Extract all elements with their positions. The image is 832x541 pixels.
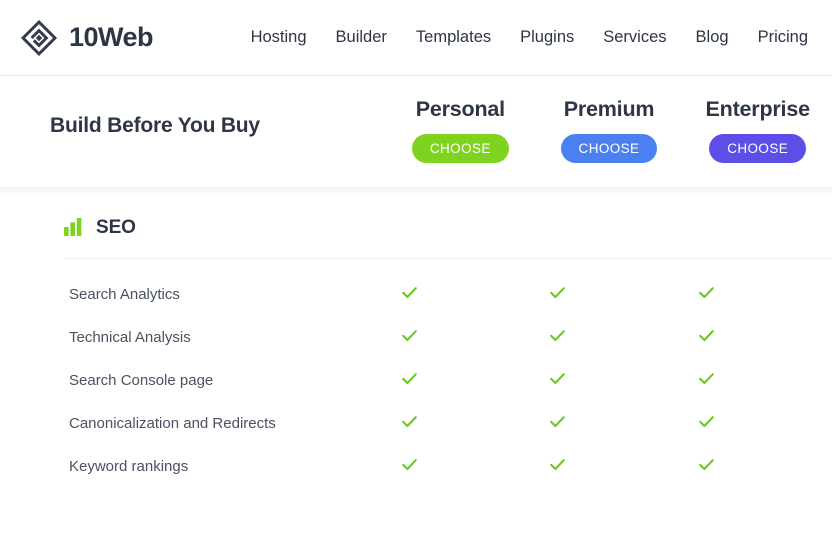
check-icon [401,413,418,430]
plan-column-personal: Personal CHOOSE [386,77,535,187]
feature-cell-premium [549,273,697,316]
table-row: Technical Analysis [64,316,832,359]
nav-item-services: Services [603,28,666,47]
choose-button-premium[interactable]: CHOOSE [560,133,658,163]
nav-link-plugins[interactable]: Plugins [520,28,574,46]
bar-chart-icon [64,218,82,236]
feature-label: Search Console page [69,371,214,389]
feature-cell-personal [401,445,549,488]
nav-links: Hosting Builder Templates Plugins Servic… [251,28,808,47]
check-icon [698,456,715,473]
table-row: Search Console page [64,359,832,402]
check-icon [549,327,566,344]
page-title: Build Before You Buy [50,114,260,137]
check-icon [401,456,418,473]
table-row: Canonicalization and Redirects [64,402,832,445]
check-icon [698,370,715,387]
feature-cell-premium [549,402,697,445]
plan-column-enterprise: Enterprise CHOOSE [683,77,832,187]
plan-name-enterprise: Enterprise [705,97,811,121]
brand-logo-link[interactable]: 10Web [20,19,154,57]
feature-label: Technical Analysis [69,328,191,346]
nav-item-pricing: Pricing [758,28,808,47]
feature-comparison-table: Search Analytics Technical Analysis Sear… [64,259,832,488]
plan-name-personal: Personal [415,97,505,121]
choose-button-enterprise[interactable]: CHOOSE [709,133,807,163]
nav-item-blog: Blog [696,28,729,47]
check-icon [698,413,715,430]
feature-group-seo: SEO Search Analytics Technical Analysis … [50,196,832,488]
feature-cell-personal [401,402,549,445]
check-icon [401,370,418,387]
choose-button-personal[interactable]: CHOOSE [411,133,509,163]
nav-link-pricing[interactable]: Pricing [758,28,808,46]
feature-label: Search Analytics [69,285,180,303]
table-row: Search Analytics [64,273,832,316]
plan-name-premium: Premium [563,97,655,121]
check-icon [549,413,566,430]
nav-item-builder: Builder [336,28,387,47]
nav-item-plugins: Plugins [520,28,574,47]
feature-cell-personal [401,316,549,359]
plan-columns: Personal CHOOSE Premium CHOOSE Enterpris… [386,77,832,187]
feature-cell-enterprise [698,359,832,402]
feature-cell-premium [549,445,697,488]
nav-link-builder[interactable]: Builder [336,28,387,46]
diamond-spiral-logo-icon [20,19,58,56]
plan-comparison-header: Build Before You Buy Personal CHOOSE Pre… [0,77,832,196]
feature-cell-enterprise [698,402,832,445]
feature-table-body: Search Analytics Technical Analysis Sear… [64,259,832,488]
nav-link-hosting[interactable]: Hosting [251,28,307,46]
feature-cell-personal [401,273,549,316]
check-icon [401,327,418,344]
feature-label: Canonicalization and Redirects [69,414,276,432]
plan-column-premium: Premium CHOOSE [535,77,684,187]
feature-label: Keyword rankings [69,457,189,475]
main-navbar: 10Web Hosting Builder Templates Plugins … [0,0,832,76]
feature-group-header: SEO [50,196,832,258]
feature-cell-premium [549,359,697,402]
feature-group-title: SEO [96,216,136,238]
feature-cell-premium [549,316,697,359]
table-row: Keyword rankings [64,445,832,488]
check-icon [698,284,715,301]
check-icon [698,327,715,344]
check-icon [549,370,566,387]
nav-link-templates[interactable]: Templates [416,28,491,46]
check-icon [549,456,566,473]
feature-cell-enterprise [698,316,832,359]
feature-cell-enterprise [698,273,832,316]
check-icon [401,284,418,301]
nav-item-hosting: Hosting [251,28,307,47]
nav-item-templates: Templates [416,28,491,47]
check-icon [549,284,566,301]
feature-cell-personal [401,359,549,402]
feature-cell-enterprise [698,445,832,488]
nav-link-services[interactable]: Services [603,28,666,46]
table-top-spacer [64,259,832,273]
brand-name: 10Web [69,22,154,52]
pricing-comparison-page: 10Web Hosting Builder Templates Plugins … [0,0,832,541]
nav-link-blog[interactable]: Blog [696,28,729,46]
